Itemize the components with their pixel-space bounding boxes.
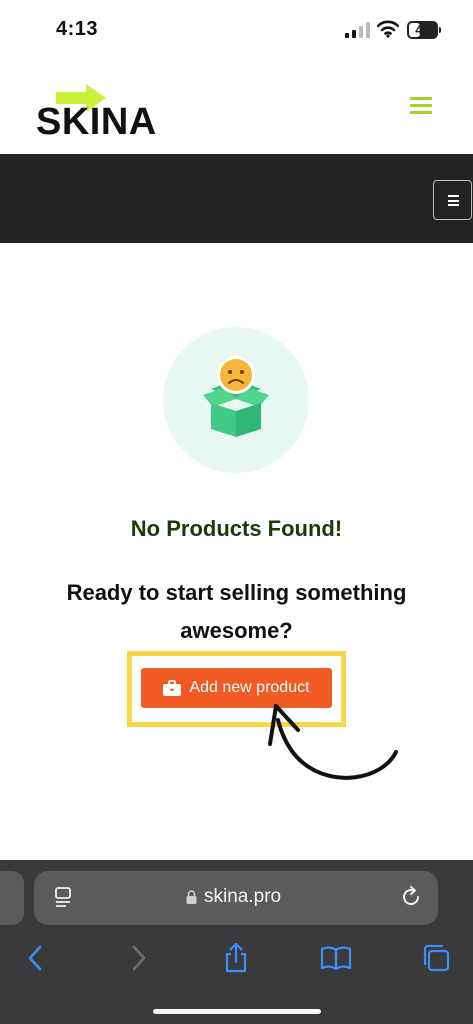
- chevron-right-icon[interactable]: [122, 942, 154, 974]
- navigation-bar: [0, 154, 473, 243]
- wifi-icon: [377, 20, 399, 38]
- lock-icon: [186, 890, 197, 904]
- hamburger-icon[interactable]: [410, 97, 432, 115]
- previous-tab[interactable]: [0, 871, 24, 925]
- empty-state-subtitle: Ready to start selling something awesome…: [66, 580, 407, 643]
- sad-box-icon: [163, 327, 309, 473]
- logo-text: SKINA: [36, 101, 157, 143]
- book-icon[interactable]: [320, 942, 352, 974]
- url-text: skina.pro: [204, 886, 282, 907]
- browser-bar: skina.pro: [0, 860, 473, 1024]
- home-indicator: [153, 1009, 321, 1014]
- share-icon[interactable]: [220, 942, 252, 974]
- status-time: 4:13: [56, 18, 99, 40]
- nav-toggle-button[interactable]: [433, 180, 472, 220]
- reader-icon[interactable]: [54, 887, 74, 909]
- chevron-left-icon[interactable]: [20, 942, 52, 974]
- briefcase-icon: [163, 680, 182, 696]
- reload-icon[interactable]: [400, 886, 422, 908]
- battery-icon: 40: [407, 21, 441, 39]
- status-bar: 4:13 40: [0, 0, 473, 60]
- tabs-icon[interactable]: [420, 942, 452, 974]
- address-bar[interactable]: skina.pro: [34, 871, 438, 925]
- battery-percentage: 40: [415, 22, 430, 37]
- skina-logo[interactable]: SKINA: [36, 78, 176, 143]
- curved-arrow-icon: [268, 704, 398, 780]
- add-new-product-label: Add new product: [189, 679, 310, 696]
- signal-icon: [345, 22, 370, 38]
- site-header: SKINA: [0, 60, 473, 154]
- empty-state-title: No Products Found!: [130, 516, 343, 541]
- browser-toolbar: [0, 942, 473, 986]
